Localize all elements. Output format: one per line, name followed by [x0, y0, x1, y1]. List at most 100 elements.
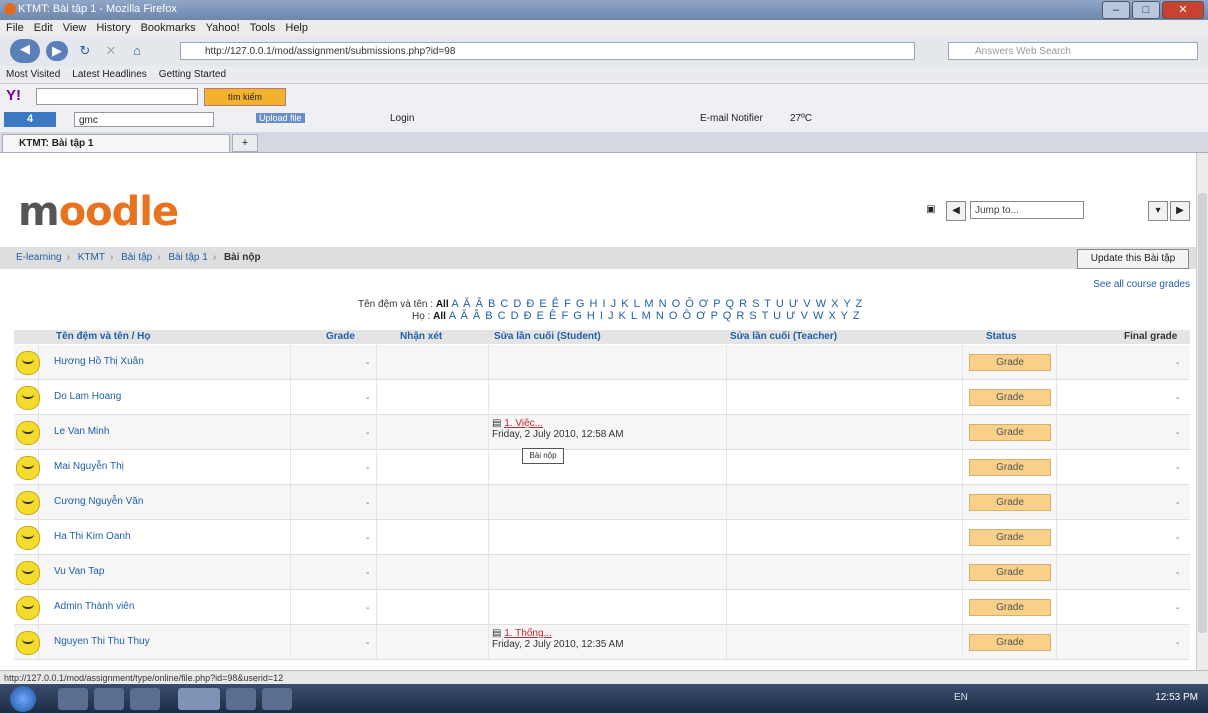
- bookmark-most-visited[interactable]: Most Visited: [6, 66, 60, 83]
- taskbar-media-icon[interactable]: [130, 688, 160, 710]
- student-name-link[interactable]: Hương Hồ Thị Xuân: [54, 356, 144, 367]
- user-avatar[interactable]: [16, 596, 40, 620]
- final-grade-value: -: [1176, 568, 1180, 579]
- lastname-filter-letters[interactable]: A Ă Â B C D Đ E Ê F G H I J K L M N O Ô …: [449, 310, 861, 322]
- submission-info: ▤ 1. Việc... Friday, 2 July 2010, 12:58 A…: [492, 418, 624, 440]
- upload-file-button[interactable]: Upload file: [256, 113, 305, 123]
- menu-view[interactable]: View: [63, 20, 87, 36]
- stop-icon[interactable]: ✕: [100, 41, 122, 61]
- prev-activity-icon[interactable]: ◀: [946, 201, 966, 221]
- breadcrumb-elearning[interactable]: E-learning: [16, 252, 62, 263]
- student-name-link[interactable]: Mai Nguyễn Thị: [54, 461, 124, 472]
- toolbar-input[interactable]: gmc: [74, 112, 214, 127]
- grade-button[interactable]: Grade: [969, 529, 1051, 546]
- column-name[interactable]: Tên đệm và tên / Họ: [56, 331, 150, 342]
- jump-to-select[interactable]: Jump to...: [970, 201, 1084, 219]
- home-icon[interactable]: ⌂: [126, 41, 148, 61]
- student-name-link[interactable]: Le Van Minh: [54, 426, 109, 437]
- menu-history[interactable]: History: [96, 20, 130, 36]
- page-scrollbar[interactable]: [1196, 153, 1208, 670]
- taskbar-ie-icon[interactable]: [58, 688, 88, 710]
- address-bar[interactable]: http://127.0.0.1/mod/assignment/submissi…: [180, 42, 915, 60]
- column-student[interactable]: Sửa lần cuối (Student): [494, 331, 601, 342]
- tab-ktmt[interactable]: KTMT: Bài tập 1: [2, 134, 230, 152]
- tray-language[interactable]: EN: [954, 692, 968, 703]
- see-all-grades-link[interactable]: See all course grades: [1060, 279, 1190, 290]
- menu-help[interactable]: Help: [285, 20, 308, 36]
- email-notifier[interactable]: E-mail Notifier: [700, 113, 763, 124]
- calendar-icon[interactable]: ▣: [922, 201, 940, 219]
- menu-yahoo[interactable]: Yahoo!: [206, 20, 240, 36]
- taskbar-clock[interactable]: 12:53 PM: [1155, 692, 1198, 703]
- user-avatar[interactable]: [16, 561, 40, 585]
- taskbar-firefox-icon[interactable]: [178, 688, 220, 710]
- taskbar-app2-icon[interactable]: [262, 688, 292, 710]
- submission-link[interactable]: 1. Thống...: [504, 628, 552, 639]
- column-teacher[interactable]: Sửa lần cuối (Teacher): [730, 331, 837, 342]
- forward-icon[interactable]: ▶: [46, 41, 68, 61]
- addon-toolbar: 4 gmc Upload file Login E-mail Notifier …: [0, 108, 1208, 133]
- grade-button[interactable]: Grade: [969, 599, 1051, 616]
- grade-button[interactable]: Grade: [969, 494, 1051, 511]
- close-button[interactable]: ✕: [1162, 1, 1204, 19]
- yahoo-search-input[interactable]: [36, 88, 198, 105]
- user-avatar[interactable]: [16, 456, 40, 480]
- grade-button[interactable]: Grade: [969, 389, 1051, 406]
- minimize-button[interactable]: –: [1102, 1, 1130, 19]
- submission-link[interactable]: 1. Việc...: [504, 418, 543, 429]
- lastname-filter-all[interactable]: All: [433, 311, 446, 322]
- start-button[interactable]: [10, 686, 36, 712]
- taskbar-explorer-icon[interactable]: [94, 688, 124, 710]
- student-name-link[interactable]: Admin Thành viên: [54, 601, 134, 612]
- update-assignment-button[interactable]: Update this Bài tập: [1077, 249, 1189, 269]
- menu-tools[interactable]: Tools: [250, 20, 276, 36]
- grade-button[interactable]: Grade: [969, 354, 1051, 371]
- column-comment[interactable]: Nhận xét: [400, 331, 442, 342]
- grade-button[interactable]: Grade: [969, 424, 1051, 441]
- jump-dropdown-icon[interactable]: ▾: [1148, 201, 1168, 221]
- yahoo-search-button[interactable]: tìm kiếm: [204, 88, 286, 106]
- user-avatar[interactable]: [16, 421, 40, 445]
- scrollbar-thumb[interactable]: [1198, 193, 1207, 633]
- final-grade-value: -: [1176, 463, 1180, 474]
- firstname-filter-letters[interactable]: A Ă Â B C D Đ E Ê F G H I J K L M N O Ô …: [451, 298, 863, 310]
- navigation-toolbar: ◀ ▶ ↻ ✕ ⌂ http://127.0.0.1/mod/assignmen…: [0, 36, 1208, 67]
- bookmark-latest-headlines[interactable]: Latest Headlines: [72, 66, 147, 83]
- menu-edit[interactable]: Edit: [34, 20, 53, 36]
- student-name-link[interactable]: Nguyen Thi Thu Thuy: [54, 636, 150, 647]
- menu-file[interactable]: File: [6, 20, 24, 36]
- column-status[interactable]: Status: [986, 331, 1017, 342]
- weather-temp: 27ºC: [790, 113, 812, 124]
- reload-icon[interactable]: ↻: [74, 41, 96, 61]
- toolbar-logo[interactable]: 4: [4, 112, 56, 127]
- grade-button[interactable]: Grade: [969, 459, 1051, 476]
- back-icon[interactable]: ◀: [10, 39, 40, 63]
- breadcrumb-bai-tap[interactable]: Bài tập: [121, 252, 152, 263]
- bookmark-getting-started[interactable]: Getting Started: [159, 66, 226, 83]
- moodle-logo[interactable]: moodle: [18, 189, 179, 235]
- user-avatar[interactable]: [16, 351, 40, 375]
- final-grade-value: -: [1176, 393, 1180, 404]
- yahoo-logo[interactable]: Y!: [6, 87, 21, 104]
- next-activity-icon[interactable]: ▶: [1170, 201, 1190, 221]
- firstname-filter-all[interactable]: All: [436, 299, 449, 310]
- web-search-input[interactable]: Answers Web Search: [948, 42, 1198, 60]
- column-grade[interactable]: Grade: [326, 331, 355, 342]
- user-avatar[interactable]: [16, 526, 40, 550]
- student-name-link[interactable]: Ha Thi Kim Oanh: [54, 531, 131, 542]
- maximize-button[interactable]: □: [1132, 1, 1160, 19]
- grade-button[interactable]: Grade: [969, 564, 1051, 581]
- student-name-link[interactable]: Vu Van Tap: [54, 566, 104, 577]
- breadcrumb-bai-tap-1[interactable]: Bài tập 1: [168, 252, 207, 263]
- user-avatar[interactable]: [16, 386, 40, 410]
- menu-bookmarks[interactable]: Bookmarks: [141, 20, 196, 36]
- student-name-link[interactable]: Cương Nguyễn Văn: [54, 496, 143, 507]
- taskbar-app-icon[interactable]: [226, 688, 256, 710]
- user-avatar[interactable]: [16, 491, 40, 515]
- new-tab-button[interactable]: +: [232, 134, 258, 152]
- login-button[interactable]: Login: [390, 113, 414, 124]
- user-avatar[interactable]: [16, 631, 40, 655]
- grade-button[interactable]: Grade: [969, 634, 1051, 651]
- breadcrumb-ktmt[interactable]: KTMT: [78, 252, 105, 263]
- student-name-link[interactable]: Do Lam Hoang: [54, 391, 121, 402]
